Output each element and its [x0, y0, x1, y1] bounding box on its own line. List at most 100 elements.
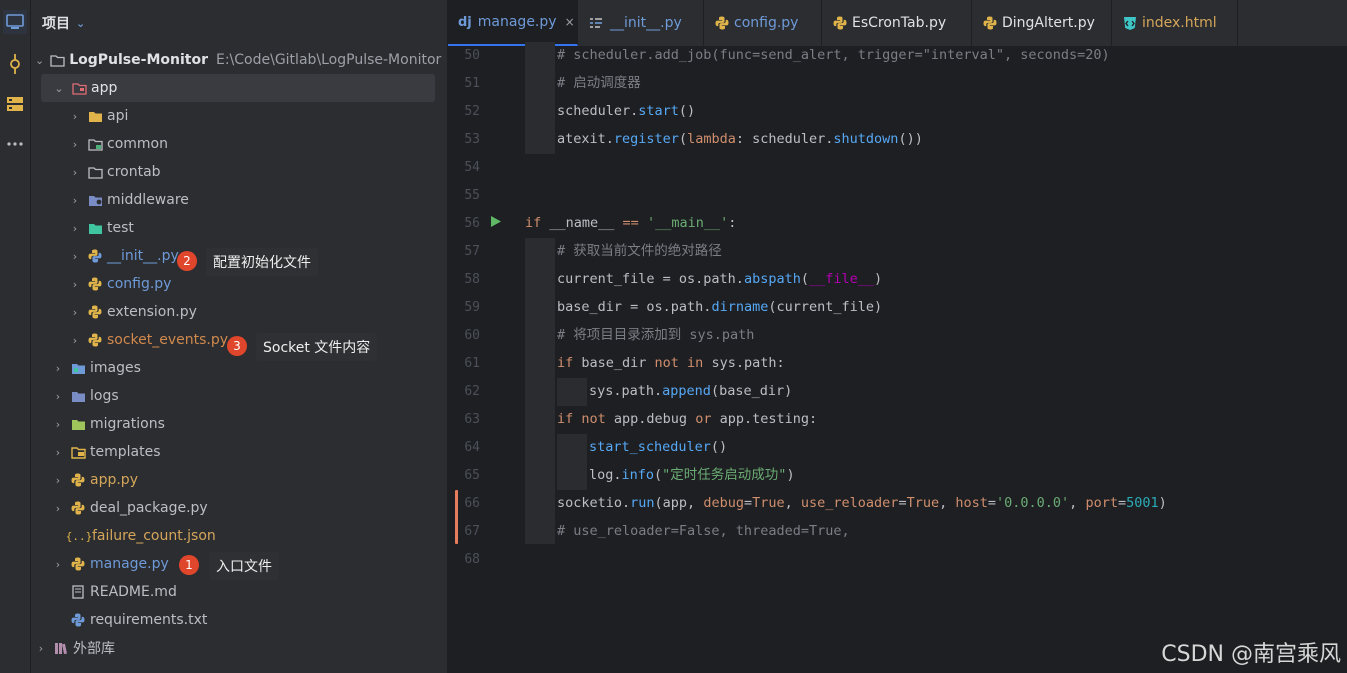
tree-item-middleware[interactable]: › middleware	[31, 186, 473, 214]
code-line-61[interactable]: if base_dir not in sys.path:	[557, 349, 785, 377]
tree-item-crontab[interactable]: › crontab	[31, 158, 473, 186]
tree-item-label: LogPulse-Monitor	[69, 52, 208, 68]
code-token: base_dir	[573, 355, 655, 371]
chevron-right-icon[interactable]: ›	[69, 306, 81, 319]
tree-item-external-libraries[interactable]: › 外部库	[31, 634, 439, 662]
chevron-down-icon[interactable]: ⌄	[53, 82, 65, 95]
tree-item-label: templates	[90, 444, 161, 460]
line-number: 50	[464, 48, 480, 63]
chevron-right-icon[interactable]: ›	[52, 362, 64, 375]
code-line-67[interactable]: # use_reloader=False, threaded=True,	[557, 517, 850, 545]
chevron-right-icon[interactable]: ›	[52, 446, 64, 459]
tree-item-requirements-txt[interactable]: requirements.txt	[31, 606, 474, 634]
chevron-right-icon[interactable]: ›	[69, 110, 81, 123]
tab-config-py[interactable]: config.py	[704, 0, 822, 46]
tree-item-readme-md[interactable]: README.md	[31, 578, 474, 606]
line-number: 55	[464, 188, 480, 203]
chevron-right-icon[interactable]: ›	[52, 418, 64, 431]
chevron-right-icon[interactable]: ›	[35, 642, 47, 655]
change-marker[interactable]	[455, 490, 458, 544]
chevron-down-icon[interactable]: ⌄	[35, 54, 44, 67]
code-token: use_reloader	[800, 495, 899, 511]
code-token: start_scheduler	[589, 439, 711, 455]
code-token: abspath	[743, 271, 801, 287]
tree-item-label: socket_events.py	[107, 332, 229, 348]
tree-item-deal-package-py[interactable]: › deal_package.py	[31, 494, 456, 522]
code-line-64[interactable]: start_scheduler()	[589, 433, 727, 461]
code-line-62[interactable]: sys.path.append(base_dir)	[589, 377, 792, 405]
tree-item-common[interactable]: › common	[31, 130, 473, 158]
code-token: shutdown	[833, 131, 899, 147]
code-line-63[interactable]: if not app.debug or app.testing:	[557, 405, 817, 433]
tree-item-api[interactable]: › api	[31, 102, 473, 130]
line-number: 52	[464, 104, 480, 119]
tree-item-images[interactable]: › images	[31, 354, 456, 382]
code-line-51[interactable]: # 启动调度器	[557, 69, 641, 97]
tree-item-app-py[interactable]: › app.py	[31, 466, 456, 494]
chevron-right-icon[interactable]: ›	[52, 474, 64, 487]
chevron-right-icon[interactable]: ›	[52, 502, 64, 515]
commit-tool-icon[interactable]	[3, 52, 27, 76]
tree-item-app[interactable]: ⌄ app	[41, 74, 435, 102]
tab-label: EsCronTab.py	[852, 15, 947, 31]
code-line-53[interactable]: atexit.register(lambda: scheduler.shutdo…	[557, 125, 923, 153]
chevron-right-icon[interactable]: ›	[69, 166, 81, 179]
tab-escrontab-py[interactable]: EsCronTab.py	[822, 0, 972, 46]
tab-manage-py[interactable]: dj manage.py ×	[448, 0, 578, 46]
code-line-59[interactable]: base_dir = os.path.dirname(current_file)	[557, 293, 882, 321]
tree-item-extension-py[interactable]: › extension.py	[31, 298, 473, 326]
tree-item-migrations[interactable]: › migrations	[31, 410, 456, 438]
code-token: if not	[557, 411, 606, 427]
tree-item-failure-count-json[interactable]: {..} failure_count.json	[31, 522, 474, 550]
folder-icon	[87, 164, 103, 180]
code-token: register	[613, 131, 679, 147]
structure-tool-icon[interactable]	[3, 92, 27, 116]
project-panel-header[interactable]: 项目 ⌄	[42, 12, 85, 34]
code-comment: # use_reloader=False, threaded=True,	[557, 523, 850, 539]
code-line-52[interactable]: scheduler.start()	[557, 97, 695, 125]
chevron-right-icon[interactable]: ›	[69, 334, 81, 347]
code-token: =	[743, 495, 753, 511]
code-line-57[interactable]: # 获取当前文件的绝对路径	[557, 237, 722, 265]
run-icon[interactable]	[490, 215, 502, 228]
chevron-right-icon[interactable]: ›	[52, 558, 64, 571]
code-line-56[interactable]: if __name__ == '__main__':	[525, 209, 736, 237]
code-line-58[interactable]: current_file = os.path.abspath(__file__)	[557, 265, 882, 293]
code-line-60[interactable]: # 将项目目录添加到 sys.path	[557, 321, 754, 349]
tree-item-logs[interactable]: › logs	[31, 382, 456, 410]
tab-init-py[interactable]: __init__.py	[578, 0, 704, 46]
tree-item-label: 外部库	[73, 641, 115, 657]
code-line-66[interactable]: socketio.run(app, debug=True, use_reload…	[557, 489, 1167, 517]
indent-guide	[557, 378, 587, 406]
editor-tabs: dj manage.py × __init__.py config.py EsC…	[448, 0, 1347, 47]
line-number: 65	[464, 468, 480, 483]
tree-item-label: __init__.py	[107, 248, 179, 264]
code-line-65[interactable]: log.info("定时任务启动成功")	[589, 461, 795, 489]
tree-root-row[interactable]: ⌄ LogPulse-Monitor E:\Code\Gitlab\LogPul…	[31, 46, 441, 74]
chevron-right-icon[interactable]: ›	[69, 278, 81, 291]
tab-label: config.py	[734, 15, 799, 31]
tree-item-socket-events-py[interactable]: › socket_events.py	[31, 326, 473, 354]
line-number: 64	[464, 440, 480, 455]
code-comment: # 启动调度器	[557, 75, 641, 91]
more-tools-icon[interactable]	[3, 132, 27, 156]
code-line-50[interactable]: # scheduler.add_job(func=send_alert, tri…	[557, 41, 1110, 69]
tree-item-label: middleware	[107, 192, 189, 208]
tree-item-test[interactable]: › test	[31, 214, 473, 242]
chevron-right-icon[interactable]: ›	[69, 138, 81, 151]
code-token: : scheduler.	[735, 131, 834, 147]
chevron-right-icon[interactable]: ›	[69, 222, 81, 235]
python-requirements-icon	[70, 612, 86, 628]
chevron-right-icon[interactable]: ›	[52, 390, 64, 403]
code-token: sys.path:	[703, 355, 785, 371]
chevron-right-icon[interactable]: ›	[69, 250, 81, 263]
project-tool-icon[interactable]	[3, 10, 27, 34]
tree-item-templates[interactable]: › templates	[31, 438, 456, 466]
tab-dingaltert-py[interactable]: DingAltert.py	[972, 0, 1112, 46]
chevron-down-icon[interactable]: ⌄	[76, 17, 85, 30]
code-token: ())	[898, 131, 923, 147]
tab-index-html[interactable]: index.html	[1112, 0, 1238, 46]
close-icon[interactable]: ×	[565, 15, 575, 29]
chevron-right-icon[interactable]: ›	[69, 194, 81, 207]
code-token: (current_file)	[768, 299, 883, 315]
